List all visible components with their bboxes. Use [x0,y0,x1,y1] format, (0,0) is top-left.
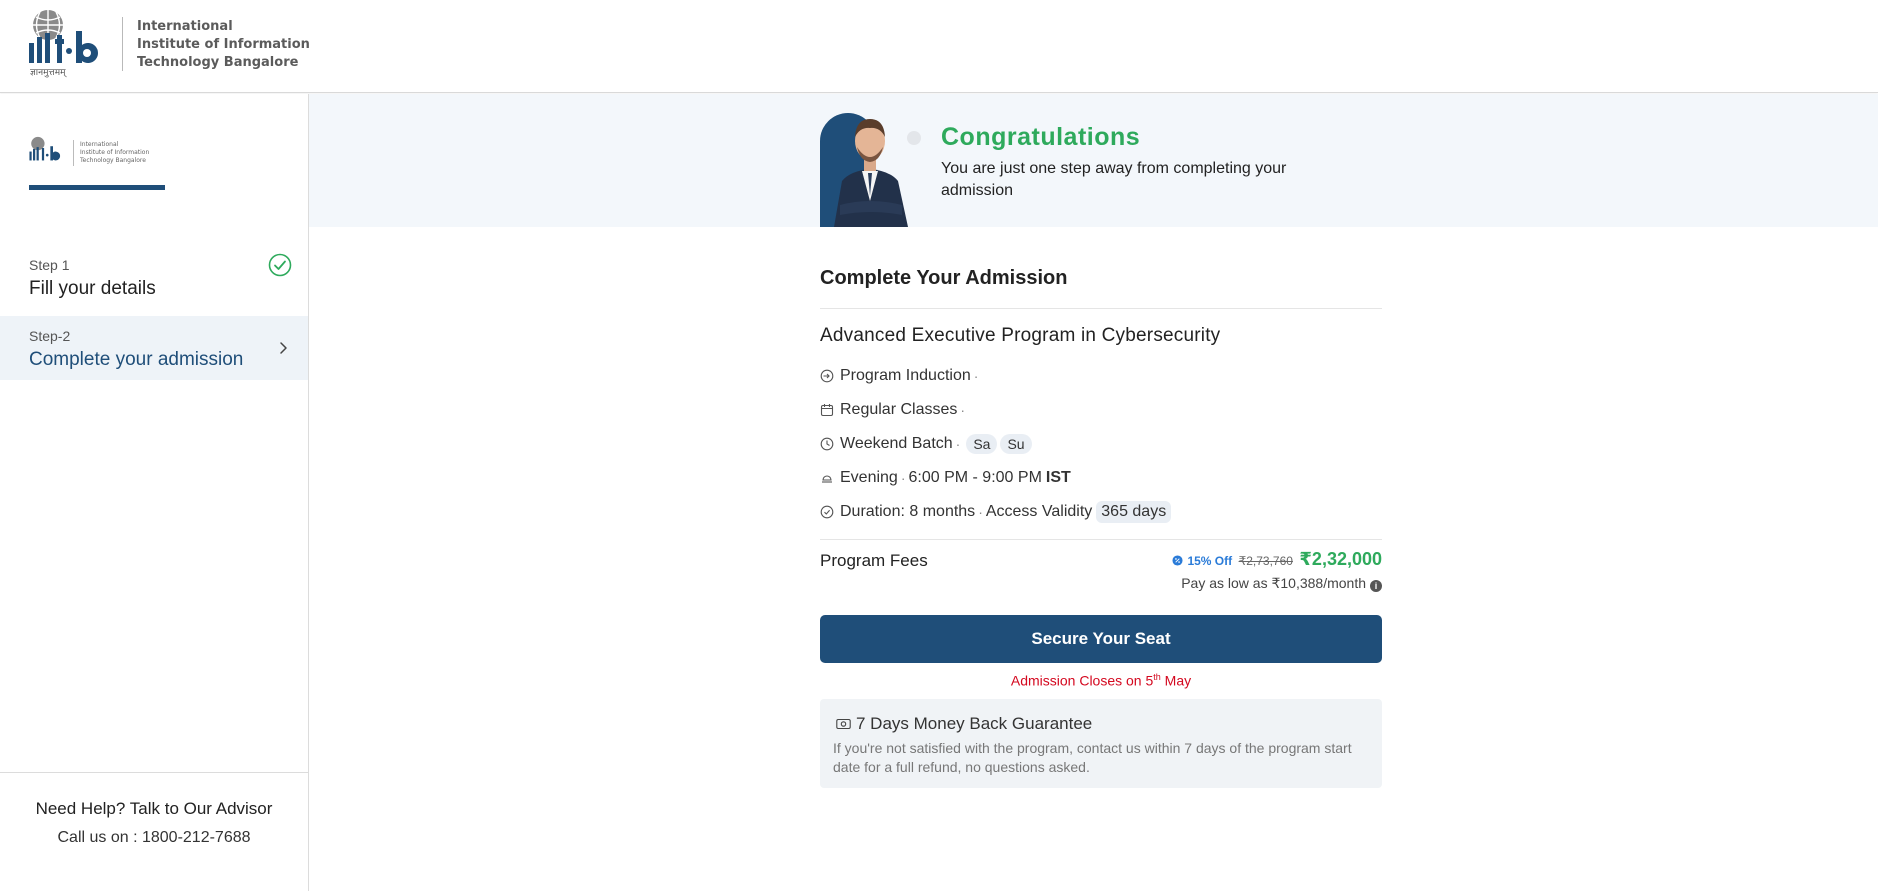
step-item-complete-admission[interactable]: Step-2 Complete your admission [0,316,308,380]
step-number: Step-2 [29,328,71,344]
feature-timing: Evening · 6:00 PM - 9:00 PM IST [820,465,1071,491]
sidebar-logo-wordmark: International Institute of Information T… [80,141,149,165]
original-price: ₹2,73,760 [1238,554,1293,568]
discount-badge-icon [1172,555,1183,566]
feature-induction: Program Induction · [820,363,981,389]
sidebar-logo-mark [29,136,61,161]
final-price: ₹2,32,000 [1299,549,1382,569]
logo-tagline: ज्ञानमुत्तमम् [30,68,67,78]
step-number: Step 1 [29,257,70,273]
secure-your-seat-button[interactable]: Secure Your Seat [820,615,1382,663]
advisor-portrait-image [820,113,921,227]
iiitb-logo[interactable]: ज्ञानमुत्तमम् International Institute of… [28,9,310,79]
sunset-icon [822,475,832,483]
admission-card: Complete Your Admission Advanced Executi… [820,227,1382,827]
feature-classes: Regular Classes · [820,397,968,423]
logo-line: International [137,19,233,34]
divider [820,308,1382,309]
feature-duration: Duration: 8 months · Access Validity 365… [820,499,1172,525]
logo-line: Institute of Information [80,149,150,156]
step-title: Complete your admission [29,349,244,370]
money-back-guarantee-box: 7 Days Money Back Guarantee If you're no… [820,699,1382,788]
login-arrow-icon [820,369,834,383]
access-validity-pill: 365 days [1096,501,1172,523]
info-icon[interactable]: i [1370,580,1382,592]
separator-dot: · [973,368,979,384]
time-range: 6:00 PM - 9:00 PM [908,469,1042,486]
feature-batch: Weekend Batch · Sa Su [820,431,1032,457]
help-title: Need Help? Talk to Our Advisor [35,799,273,818]
steps-sidebar: International Institute of Information T… [0,94,309,891]
sidebar-logo: International Institute of Information T… [29,136,149,168]
logo-line: Institute of Information [137,37,310,52]
clock-icon [820,437,834,451]
help-phone-link[interactable]: Call us on : 1800-212-7688 [0,829,308,847]
guarantee-title: 7 Days Money Back Guarantee [856,714,1093,733]
separator-dot: · [900,470,906,486]
check-circle-icon [268,253,292,277]
feature-label: Weekend Batch [840,435,953,452]
logo-line: Technology Bangalore [80,157,146,164]
deadline-ordinal: th [1153,672,1161,682]
price-block: 15% Off ₹2,73,760 ₹2,32,000 [1172,549,1382,570]
timezone: IST [1045,469,1071,486]
sidebar-logo-divider [73,140,74,166]
program-name: Advanced Executive Program in Cybersecur… [820,325,1221,346]
separator-dot: · [955,436,961,452]
logo-line: Technology Bangalore [137,55,299,70]
check-circle-icon [820,505,834,519]
logo-divider [122,17,123,71]
logo-line: International [80,141,119,148]
discount-label: 15% Off [1187,554,1233,568]
step-item-fill-details[interactable]: Step 1 Fill your details [0,243,308,307]
separator-dot: · [960,402,966,418]
guarantee-body: If you're not satisfied with the program… [833,740,1352,775]
card-title: Complete Your Admission [820,267,1068,289]
logo-wordmark: International Institute of Information T… [137,18,310,72]
banner-subtitle: You are just one step away from completi… [941,160,1287,199]
feature-label: Regular Classes [840,401,958,418]
guarantee-title-row: 7 Days Money Back Guarantee [836,714,1092,734]
top-header: ज्ञानमुत्तमम् International Institute of… [0,0,1878,93]
emi-text: Pay as low as ₹10,388/month [1181,575,1366,591]
cash-icon [836,718,851,730]
day-pill-sunday: Su [1000,434,1032,454]
duration-text: Duration: 8 months [840,503,976,520]
iiitb-logo-mark: ज्ञानमुत्तमम् [29,10,98,78]
chevron-right-icon [280,342,287,354]
step-title: Fill your details [29,278,156,299]
banner-title: Congratulations [941,123,1141,151]
emi-info: Pay as low as ₹10,388/month i [1181,575,1382,592]
separator-dot: · [978,504,983,520]
day-pill-saturday: Sa [966,434,998,454]
access-label: Access Validity [985,503,1093,520]
deadline-suffix: May [1160,672,1192,689]
deadline-prefix: Admission Closes on 5 [1010,672,1154,689]
congratulations-banner: Congratulations You are just one step aw… [309,94,1878,227]
admission-deadline: Admission Closes on 5th May [820,672,1382,689]
time-slot: Evening [840,469,898,486]
program-fees-label: Program Fees [820,551,928,570]
divider [820,539,1382,540]
sidebar-accent-bar [29,185,165,190]
feature-label: Program Induction [840,367,971,384]
help-section: Need Help? Talk to Our Advisor Call us o… [0,772,308,891]
calendar-icon [820,404,834,417]
